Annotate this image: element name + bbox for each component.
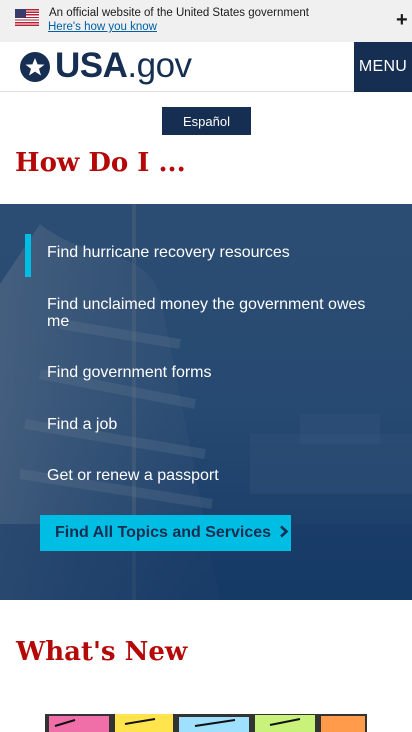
- logo-gov-text: .gov: [127, 46, 192, 85]
- official-gov-banner: An official website of the United States…: [0, 0, 412, 42]
- chevron-right-icon: [279, 525, 289, 542]
- active-item-indicator: [25, 234, 31, 277]
- menu-button[interactable]: MENU: [354, 42, 412, 92]
- how-you-know-link[interactable]: Here's how you know: [48, 21, 157, 33]
- how-do-i-item[interactable]: Find unclaimed money the government owes…: [47, 296, 377, 330]
- us-flag-icon: [15, 9, 39, 26]
- how-do-i-item[interactable]: Get or renew a passport: [47, 467, 377, 484]
- logo-usa-text: USA: [55, 46, 128, 85]
- espanol-button[interactable]: Español: [162, 107, 251, 135]
- plus-icon[interactable]: +: [396, 10, 408, 30]
- how-do-i-item[interactable]: Find a job: [47, 416, 377, 433]
- how-do-i-hero: Find hurricane recovery resources Find u…: [0, 204, 412, 600]
- official-website-text: An official website of the United States…: [49, 7, 309, 19]
- whats-new-heading: What's New: [16, 637, 188, 667]
- find-all-topics-button[interactable]: Find All Topics and Services: [40, 515, 291, 551]
- whats-new-image[interactable]: [45, 714, 367, 732]
- find-all-topics-label: Find All Topics and Services: [55, 524, 272, 541]
- usa-gov-star-logo-icon[interactable]: [20, 52, 50, 82]
- how-do-i-item[interactable]: Find government forms: [47, 364, 377, 381]
- how-do-i-heading: How Do I ...: [15, 148, 186, 178]
- how-do-i-item[interactable]: Find hurricane recovery resources: [47, 244, 377, 261]
- usa-gov-logo[interactable]: USA.gov: [55, 46, 192, 86]
